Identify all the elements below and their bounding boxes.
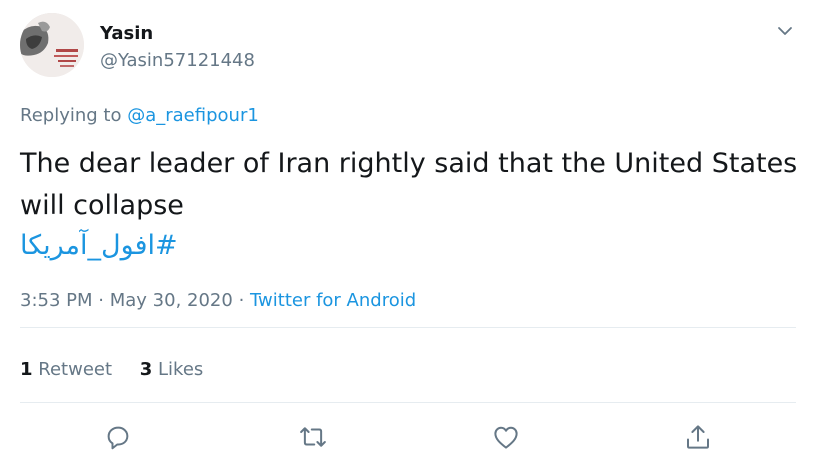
heart-icon xyxy=(494,426,518,449)
reply-icon xyxy=(107,426,129,450)
user-handle[interactable]: @Yasin57121448 xyxy=(100,49,255,73)
tweet-meta: 3:53 PM · May 30, 2020 · Twitter for And… xyxy=(20,288,416,314)
tweet-source-link[interactable]: Twitter for Android xyxy=(250,290,416,311)
user-display-name[interactable]: Yasin xyxy=(100,22,153,46)
likes-count: 3 xyxy=(139,359,153,380)
tweet-text: The dear leader of Iran rightly said tha… xyxy=(20,148,798,221)
likes-label: Likes xyxy=(158,359,204,380)
like-button[interactable] xyxy=(491,422,521,452)
retweet-icon xyxy=(300,427,326,447)
share-icon xyxy=(687,425,709,449)
tweet-date[interactable]: May 30, 2020 xyxy=(110,290,233,311)
chevron-down-icon xyxy=(778,27,792,35)
meta-separator: · xyxy=(98,290,104,311)
retweet-button[interactable] xyxy=(298,422,328,452)
hashtag-link[interactable]: #افول_آمریکا xyxy=(20,227,178,265)
replying-to: Replying to @a_raefipour1 xyxy=(20,104,259,128)
meta-separator: · xyxy=(238,290,245,311)
share-button[interactable] xyxy=(683,422,713,452)
divider xyxy=(20,402,796,403)
retweets-stat[interactable]: 1 Retweet xyxy=(20,359,112,380)
more-menu-button[interactable] xyxy=(774,20,796,42)
retweets-label: Retweet xyxy=(38,359,113,380)
avatar[interactable] xyxy=(20,13,84,77)
tweet-time[interactable]: 3:53 PM xyxy=(20,290,93,311)
retweets-count: 1 xyxy=(20,359,33,380)
likes-stat[interactable]: 3 Likes xyxy=(140,359,204,380)
tweet-stats: 1 Retweet 3 Likes xyxy=(20,357,203,383)
action-bar xyxy=(0,422,816,452)
replying-to-label: Replying to xyxy=(20,105,122,126)
reply-button[interactable] xyxy=(103,422,133,452)
divider xyxy=(20,327,796,328)
reply-mention-link[interactable]: @a_raefipour1 xyxy=(127,105,259,126)
